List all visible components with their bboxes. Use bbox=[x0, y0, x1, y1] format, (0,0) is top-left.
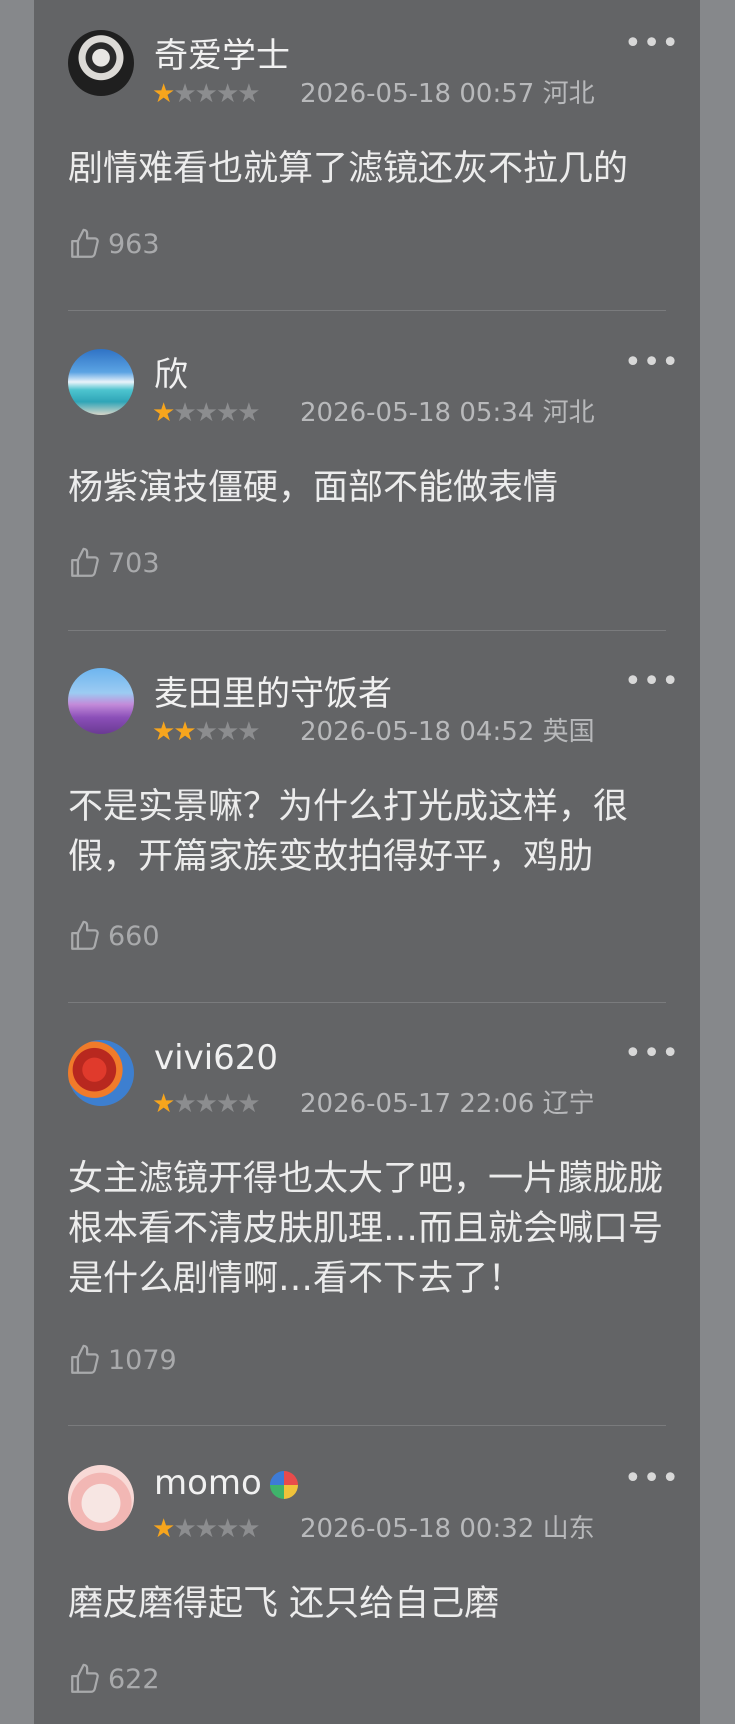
comment-date: 2026-05-17 22:06 bbox=[300, 1089, 535, 1119]
star-filled-icon: ★ bbox=[152, 717, 175, 747]
like-count: 622 bbox=[108, 1663, 160, 1695]
rating-stars: ★★★★★ bbox=[152, 1089, 261, 1119]
comment-location: 英国 bbox=[542, 717, 595, 747]
comment-text: 磨皮磨得起飞 还只给自己磨 bbox=[68, 1584, 500, 1624]
comment-item: vivi620 ••• ★★★★★ 2026-05-17 22:06 辽宁 女主… bbox=[34, 1010, 700, 1426]
rating-stars: ★★★★★ bbox=[152, 1514, 261, 1544]
star-empty-icon: ★ bbox=[215, 398, 239, 428]
star-empty-icon: ★ bbox=[173, 79, 196, 109]
divider bbox=[68, 630, 666, 631]
star-empty-icon: ★ bbox=[215, 1089, 239, 1119]
star-filled-icon: ★ bbox=[152, 79, 175, 109]
thumbs-up-icon bbox=[71, 228, 99, 258]
avatar[interactable] bbox=[68, 1465, 134, 1531]
star-empty-icon: ★ bbox=[215, 1514, 239, 1544]
comment-date: 2026-05-18 04:52 bbox=[300, 717, 535, 747]
avatar[interactable] bbox=[68, 30, 134, 96]
comment-meta: 2026-05-18 00:57 河北 bbox=[300, 79, 595, 109]
thumbs-up-icon bbox=[71, 920, 99, 950]
like-button[interactable]: 963 bbox=[68, 224, 160, 264]
star-filled-icon: ★ bbox=[152, 1514, 175, 1544]
comment-meta: 2026-05-18 00:32 山东 bbox=[300, 1514, 595, 1544]
comment-meta: 2026-05-17 22:06 辽宁 bbox=[300, 1089, 595, 1119]
comment-location: 河北 bbox=[542, 398, 595, 428]
more-dots-icon[interactable]: ••• bbox=[624, 1464, 679, 1494]
comment-date: 2026-05-18 00:57 bbox=[300, 79, 535, 109]
star-empty-icon: ★ bbox=[237, 79, 260, 109]
more-dots-icon[interactable]: ••• bbox=[624, 1039, 679, 1069]
comment-text: 女主滤镜开得也太大了吧，一片朦胧胧根本看不清皮肤肌理…而且就会喊口号是什么剧情啊… bbox=[68, 1159, 664, 1299]
star-empty-icon: ★ bbox=[173, 398, 196, 428]
like-button[interactable]: 1079 bbox=[68, 1340, 177, 1380]
divider bbox=[68, 1002, 666, 1003]
comment-meta: 2026-05-18 04:52 英国 bbox=[300, 717, 595, 747]
star-empty-icon: ★ bbox=[194, 1514, 218, 1544]
username[interactable]: momo bbox=[154, 1463, 298, 1503]
like-count: 963 bbox=[108, 228, 160, 260]
star-empty-icon: ★ bbox=[237, 398, 260, 428]
rating-stars: ★★★★★ bbox=[152, 717, 261, 747]
star-empty-icon: ★ bbox=[194, 1089, 218, 1119]
avatar[interactable] bbox=[68, 668, 134, 734]
divider bbox=[68, 1425, 666, 1426]
star-empty-icon: ★ bbox=[237, 1089, 260, 1119]
comment-item: momo ••• ★★★★★ 2026-05-18 00:32 山东 磨皮磨得起… bbox=[34, 1435, 700, 1724]
like-button[interactable]: 660 bbox=[68, 916, 160, 956]
user-badge-icon bbox=[269, 1470, 298, 1499]
star-empty-icon: ★ bbox=[237, 1514, 260, 1544]
like-button[interactable]: 703 bbox=[68, 543, 160, 583]
star-empty-icon: ★ bbox=[173, 1089, 196, 1119]
comment-text: 不是实景嘛？为什么打光成这样，很假，开篇家族变故拍得好平，鸡肋 bbox=[68, 787, 629, 877]
comment-item: 奇爱学士 ••• ★★★★★ 2026-05-18 00:57 河北 剧情难看也… bbox=[34, 0, 700, 311]
comment-location: 河北 bbox=[542, 79, 595, 109]
rating-stars: ★★★★★ bbox=[152, 79, 261, 109]
star-empty-icon: ★ bbox=[194, 79, 218, 109]
comments-panel: 奇爱学士 ••• ★★★★★ 2026-05-18 00:57 河北 剧情难看也… bbox=[34, 0, 700, 1724]
star-empty-icon: ★ bbox=[237, 717, 260, 747]
avatar[interactable] bbox=[68, 1040, 134, 1106]
thumbs-up-icon bbox=[71, 1663, 99, 1693]
star-empty-icon: ★ bbox=[215, 79, 239, 109]
star-empty-icon: ★ bbox=[194, 717, 218, 747]
comment-date: 2026-05-18 05:34 bbox=[300, 398, 535, 428]
username[interactable]: 奇爱学士 bbox=[154, 28, 290, 77]
comment-date: 2026-05-18 00:32 bbox=[300, 1514, 535, 1544]
star-filled-icon: ★ bbox=[152, 398, 175, 428]
divider bbox=[68, 310, 666, 311]
like-count: 703 bbox=[108, 547, 160, 579]
thumbs-up-icon bbox=[71, 547, 99, 577]
comment-item: 欣 ••• ★★★★★ 2026-05-18 05:34 河北 杨紫演技僵硬，面… bbox=[34, 319, 700, 631]
username[interactable]: vivi620 bbox=[154, 1038, 278, 1078]
username[interactable]: 欣 bbox=[154, 347, 188, 396]
avatar[interactable] bbox=[68, 349, 134, 415]
star-empty-icon: ★ bbox=[194, 398, 218, 428]
comment-meta: 2026-05-18 05:34 河北 bbox=[300, 398, 595, 428]
comment-text: 杨紫演技僵硬，面部不能做表情 bbox=[68, 468, 559, 508]
like-count: 1079 bbox=[108, 1344, 177, 1376]
more-dots-icon[interactable]: ••• bbox=[624, 667, 679, 697]
username[interactable]: 麦田里的守饭者 bbox=[154, 666, 392, 715]
comment-location: 山东 bbox=[542, 1514, 595, 1544]
star-empty-icon: ★ bbox=[173, 1514, 196, 1544]
comment-text: 剧情难看也就算了滤镜还灰不拉几的 bbox=[68, 149, 629, 189]
username-text: momo bbox=[154, 1463, 262, 1503]
comment-location: 辽宁 bbox=[542, 1089, 595, 1119]
rating-stars: ★★★★★ bbox=[152, 398, 261, 428]
star-filled-icon: ★ bbox=[152, 1089, 175, 1119]
like-button[interactable]: 622 bbox=[68, 1659, 160, 1699]
star-empty-icon: ★ bbox=[215, 717, 239, 747]
more-dots-icon[interactable]: ••• bbox=[624, 29, 679, 59]
star-filled-icon: ★ bbox=[173, 717, 196, 747]
more-dots-icon[interactable]: ••• bbox=[624, 348, 679, 378]
like-count: 660 bbox=[108, 920, 160, 952]
thumbs-up-icon bbox=[71, 1344, 99, 1374]
comment-item: 麦田里的守饭者 ••• ★★★★★ 2026-05-18 04:52 英国 不是… bbox=[34, 638, 700, 1003]
